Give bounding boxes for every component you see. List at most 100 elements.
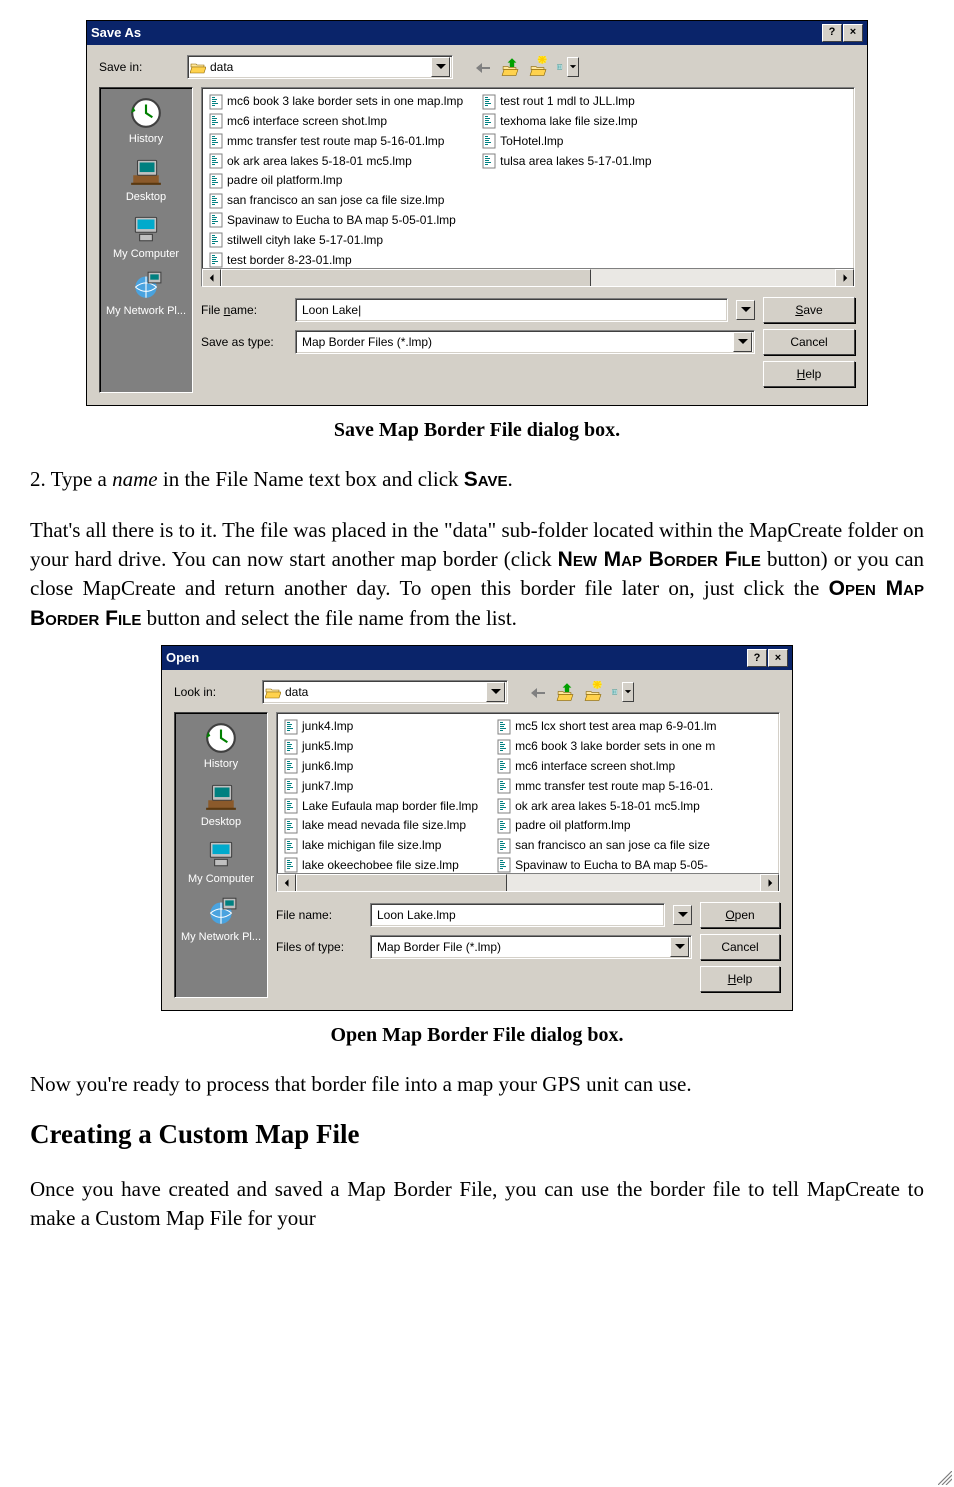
file-name-input[interactable]: Loon Lake.lmp [370, 903, 665, 927]
lmp-file-icon [208, 252, 224, 268]
sidebar-item-my-computer[interactable]: My Computer [113, 209, 179, 264]
body-paragraph: Once you have created and saved a Map Bo… [30, 1175, 924, 1234]
filename-history-dropdown[interactable] [673, 905, 692, 925]
list-item[interactable]: mmc transfer test route map 5-16-01.lmp [206, 132, 465, 151]
list-item[interactable]: test rout 1 mdl to JLL.lmp [479, 92, 653, 111]
list-item[interactable]: lake okeechobee file size.lmp [281, 856, 480, 875]
scroll-thumb[interactable] [221, 269, 591, 287]
folder-icon [265, 685, 281, 699]
files-of-type-combo[interactable]: Map Border File (*.lmp) [370, 935, 692, 959]
help-button[interactable]: Help [763, 361, 855, 387]
open-button[interactable]: Open [700, 902, 780, 928]
back-icon[interactable] [528, 681, 550, 703]
file-name-input[interactable]: Loon Lake| [295, 298, 728, 322]
chevron-down-icon[interactable] [431, 57, 450, 77]
desktop-icon [204, 779, 238, 813]
lmp-file-icon [208, 212, 224, 228]
scroll-thumb[interactable] [296, 874, 507, 892]
list-item[interactable]: Spavinaw to Eucha to BA map 5-05-01.lmp [206, 211, 465, 230]
back-icon[interactable] [473, 56, 495, 78]
sidebar-item-history[interactable]: History [129, 94, 163, 149]
list-item[interactable]: Spavinaw to Eucha to BA map 5-05- [494, 856, 718, 875]
list-item[interactable]: mc6 interface screen shot.lmp [206, 112, 465, 131]
view-menu-icon[interactable] [557, 56, 579, 78]
computer-icon [129, 211, 163, 245]
new-folder-icon[interactable] [584, 681, 606, 703]
save-in-combo[interactable]: data [187, 55, 453, 79]
list-item[interactable]: padre oil platform.lmp [206, 171, 465, 190]
resize-grip-icon[interactable] [938, 1471, 952, 1485]
sidebar-item-desktop[interactable]: Desktop [126, 152, 166, 207]
close-titlebar-button[interactable]: × [768, 649, 788, 667]
list-item[interactable]: tulsa area lakes 5-17-01.lmp [479, 152, 653, 171]
sidebar-item-desktop[interactable]: Desktop [201, 777, 241, 832]
lmp-file-icon [496, 798, 512, 814]
list-item[interactable]: texhoma lake file size.lmp [479, 112, 653, 131]
scroll-left-icon[interactable] [277, 874, 296, 892]
look-in-label: Look in: [174, 684, 254, 701]
list-item[interactable]: san francisco an san jose ca file size.l… [206, 191, 465, 210]
list-item[interactable]: Lake Eufaula map border file.lmp [281, 797, 480, 816]
save-button[interactable]: Save [763, 297, 855, 323]
list-item[interactable]: junk5.lmp [281, 737, 480, 756]
file-list[interactable]: junk4.lmpjunk5.lmpjunk6.lmpjunk7.lmpLake… [276, 712, 780, 892]
list-item[interactable]: ok ark area lakes 5-18-01 mc5.lmp [494, 797, 718, 816]
titlebar[interactable]: Open ? × [162, 646, 792, 670]
list-item[interactable]: padre oil platform.lmp [494, 816, 718, 835]
up-one-level-icon[interactable] [501, 56, 523, 78]
sidebar-item-history[interactable]: History [204, 719, 238, 774]
lmp-file-icon [208, 94, 224, 110]
list-item[interactable]: junk4.lmp [281, 717, 480, 736]
chevron-down-icon[interactable] [733, 332, 752, 352]
files-of-type-label: Files of type: [276, 939, 362, 956]
save-as-type-combo[interactable]: Map Border Files (*.lmp) [295, 330, 755, 354]
list-item[interactable]: mc6 book 3 lake border sets in one map.l… [206, 92, 465, 111]
dialog-title: Open [166, 649, 747, 667]
list-item[interactable]: lake mead nevada file size.lmp [281, 816, 480, 835]
horizontal-scrollbar[interactable] [202, 268, 854, 286]
view-menu-icon[interactable] [612, 681, 634, 703]
help-button[interactable]: Help [700, 966, 780, 992]
sidebar-item-my-computer[interactable]: My Computer [188, 834, 254, 889]
list-item[interactable]: test border 8-23-01.lmp [206, 251, 465, 270]
titlebar[interactable]: Save As ? × [87, 21, 867, 45]
body-paragraph: Now you're ready to process that border … [30, 1070, 924, 1099]
chevron-down-icon[interactable] [486, 682, 505, 702]
new-folder-icon[interactable] [529, 56, 551, 78]
history-icon [204, 721, 238, 755]
figure-caption: Save Map Border File dialog box. [30, 416, 924, 444]
sidebar-item-network[interactable]: My Network Pl... [181, 892, 261, 947]
up-one-level-icon[interactable] [556, 681, 578, 703]
network-icon [129, 268, 163, 302]
scroll-left-icon[interactable] [202, 269, 221, 287]
cancel-button[interactable]: Cancel [700, 934, 780, 960]
list-item[interactable]: mc6 book 3 lake border sets in one m [494, 737, 718, 756]
list-item[interactable]: stilwell cityh lake 5-17-01.lmp [206, 231, 465, 250]
help-titlebar-button[interactable]: ? [822, 24, 842, 42]
filename-history-dropdown[interactable] [736, 300, 755, 320]
sidebar-item-network[interactable]: My Network Pl... [106, 266, 186, 321]
lmp-file-icon [208, 113, 224, 129]
close-titlebar-button[interactable]: × [843, 24, 863, 42]
list-item[interactable]: junk6.lmp [281, 757, 480, 776]
list-item[interactable]: junk7.lmp [281, 777, 480, 796]
section-heading: Creating a Custom Map File [30, 1116, 924, 1154]
cancel-button[interactable]: Cancel [763, 329, 855, 355]
list-item[interactable]: ok ark area lakes 5-18-01 mc5.lmp [206, 152, 465, 171]
lmp-file-icon [283, 838, 299, 854]
help-titlebar-button[interactable]: ? [747, 649, 767, 667]
list-item[interactable]: ToHotel.lmp [479, 132, 653, 151]
scroll-right-icon[interactable] [835, 269, 854, 287]
file-list[interactable]: mc6 book 3 lake border sets in one map.l… [201, 87, 855, 287]
chevron-down-icon[interactable] [670, 937, 689, 957]
look-in-combo[interactable]: data [262, 680, 508, 704]
list-item[interactable]: san francisco an san jose ca file size [494, 836, 718, 855]
lmp-file-icon [481, 113, 497, 129]
places-bar: History Desktop My Computer My Network P… [174, 712, 268, 998]
horizontal-scrollbar[interactable] [277, 873, 779, 891]
list-item[interactable]: mmc transfer test route map 5-16-01. [494, 777, 718, 796]
list-item[interactable]: mc6 interface screen shot.lmp [494, 757, 718, 776]
list-item[interactable]: lake michigan file size.lmp [281, 836, 480, 855]
scroll-right-icon[interactable] [760, 874, 779, 892]
list-item[interactable]: mc5 lcx short test area map 6-9-01.lm [494, 717, 718, 736]
